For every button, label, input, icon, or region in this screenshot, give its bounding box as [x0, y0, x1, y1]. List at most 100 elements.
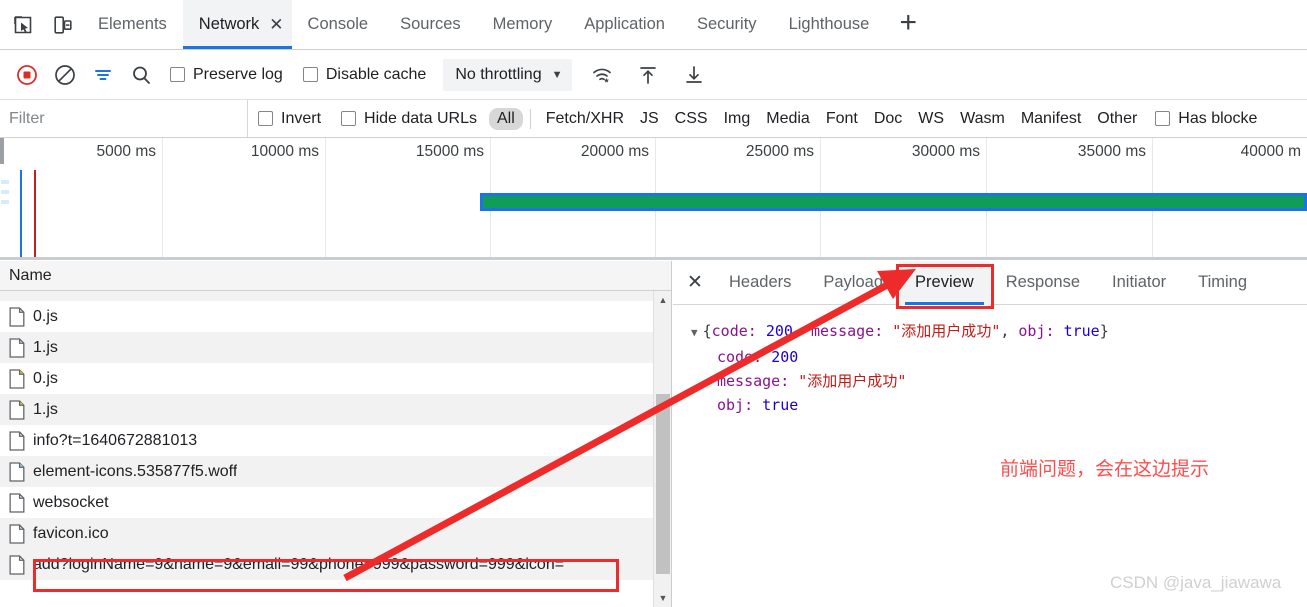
table-row[interactable]: info?t=1640672881013	[0, 425, 654, 456]
filter-toggle-button[interactable]	[85, 57, 121, 93]
document-icon	[9, 306, 25, 327]
tab-application[interactable]: Application	[568, 0, 681, 49]
request-name: favicon.ico	[33, 524, 109, 542]
filter-input[interactable]	[0, 100, 248, 137]
timeline-gridline	[325, 138, 326, 257]
load-event-marker	[34, 170, 36, 257]
hide-data-urls-label: Hide data URLs	[364, 109, 477, 127]
json-summary-row[interactable]: ▼ {code: 200, message: "添加用户成功", obj: tru…	[691, 319, 1307, 345]
type-filter-font[interactable]: Font	[818, 108, 866, 130]
checkbox-box[interactable]	[258, 111, 273, 126]
tab-sources[interactable]: Sources	[384, 0, 477, 49]
table-row[interactable]: 0.js	[0, 301, 654, 332]
table-row[interactable]: element-icons.535877f5.woff	[0, 456, 654, 487]
tab-network[interactable]: Network ✕	[182, 0, 292, 49]
tab-lighthouse[interactable]: Lighthouse	[773, 0, 886, 49]
timeline-tick-label: 35000 ms	[1077, 143, 1146, 160]
tab-initiator[interactable]: Initiator	[1096, 261, 1182, 305]
type-filter-media[interactable]: Media	[758, 108, 818, 130]
tabbar-tool-icons	[0, 0, 82, 49]
request-list-panel: Name 0.js 1.js 0.js 1.js info?t=16406728…	[0, 261, 672, 607]
disclosure-triangle-icon[interactable]: ▼	[691, 326, 698, 339]
type-filter-css[interactable]: CSS	[667, 108, 716, 130]
type-filter-img[interactable]: Img	[716, 108, 759, 130]
tab-label: Sources	[400, 15, 461, 33]
table-row[interactable]: 1.js	[0, 394, 654, 425]
document-icon	[9, 492, 25, 513]
checkbox-box[interactable]	[170, 67, 185, 82]
scrollbar-thumb[interactable]	[656, 394, 670, 574]
table-row[interactable]: 0.js	[0, 363, 654, 394]
document-icon	[9, 554, 25, 575]
type-filter-manifest[interactable]: Manifest	[1013, 108, 1089, 130]
tab-memory[interactable]: Memory	[477, 0, 569, 49]
search-button[interactable]	[123, 57, 159, 93]
tab-preview[interactable]: Preview	[899, 260, 990, 305]
close-detail-icon[interactable]: ✕	[677, 265, 713, 301]
checkbox-box[interactable]	[341, 111, 357, 126]
type-filter-js[interactable]: JS	[632, 108, 667, 130]
tab-timing[interactable]: Timing	[1182, 261, 1263, 305]
has-blocked-label: Has blocke	[1178, 109, 1258, 127]
table-row[interactable]: 1.js	[0, 332, 654, 363]
tab-console[interactable]: Console	[292, 0, 385, 49]
overview-request-bar	[480, 193, 1307, 211]
network-toolbar: Preserve log Disable cache No throttling…	[0, 50, 1307, 100]
scroll-down-icon[interactable]: ▼	[654, 589, 671, 607]
type-filter-all[interactable]: All	[488, 107, 523, 130]
checkbox-box[interactable]	[302, 67, 318, 82]
table-row-selected[interactable]: add?loginName=9&name=9&email=99&phone=99…	[0, 549, 654, 580]
tab-payload[interactable]: Payload	[807, 261, 899, 305]
column-header-name[interactable]: Name	[0, 261, 671, 291]
type-filter-other[interactable]: Other	[1089, 108, 1145, 130]
close-icon[interactable]: ✕	[269, 16, 283, 33]
invert-checkbox[interactable]: Invert	[248, 110, 331, 128]
import-har-icon[interactable]	[630, 57, 666, 93]
request-name: websocket	[33, 493, 109, 511]
table-row[interactable]	[0, 291, 654, 301]
json-comma: ,	[792, 322, 811, 340]
disable-cache-label: Disable cache	[325, 65, 427, 83]
chevron-down-icon[interactable]: ▼	[552, 69, 563, 81]
watermark: CSDN @java_jiawawa	[1110, 573, 1282, 592]
json-brace-open: {	[702, 322, 712, 340]
type-filter-wasm[interactable]: Wasm	[952, 108, 1013, 130]
tab-response[interactable]: Response	[990, 261, 1096, 305]
table-row[interactable]: favicon.ico	[0, 518, 654, 549]
type-filter-fetch-xhr[interactable]: Fetch/XHR	[538, 108, 632, 130]
inspect-element-icon[interactable]	[10, 12, 36, 38]
export-har-icon[interactable]	[676, 57, 712, 93]
has-blocked-cookies-checkbox[interactable]: Has blocke	[1145, 110, 1257, 128]
json-property-row: message: "添加用户成功"	[691, 369, 1307, 393]
clear-button[interactable]	[47, 57, 83, 93]
preserve-log-checkbox[interactable]: Preserve log	[161, 66, 292, 84]
json-preview-tree: ▼ {code: 200, message: "添加用户成功", obj: tru…	[673, 305, 1307, 417]
json-property-row: code: 200	[691, 345, 1307, 369]
device-toolbar-icon[interactable]	[50, 12, 76, 38]
request-rows: 0.js 1.js 0.js 1.js info?t=1640672881013…	[0, 291, 654, 580]
add-panel-icon[interactable]: +	[885, 0, 931, 49]
document-icon	[9, 399, 25, 420]
document-icon	[9, 368, 25, 389]
devtools-window: Elements Network ✕ Console Sources Memor…	[0, 0, 1307, 607]
checkbox-box[interactable]	[1155, 111, 1171, 126]
throttling-select[interactable]: No throttling ▼	[443, 58, 573, 91]
record-button[interactable]	[9, 57, 45, 93]
type-filter-doc[interactable]: Doc	[866, 108, 910, 130]
tab-security[interactable]: Security	[681, 0, 773, 49]
network-conditions-icon[interactable]	[584, 57, 620, 93]
timeline-tick-label: 30000 ms	[911, 143, 980, 160]
table-row[interactable]: websocket	[0, 487, 654, 518]
document-icon	[9, 337, 25, 358]
tab-label: Memory	[492, 15, 553, 33]
json-value: 200	[765, 322, 793, 340]
disable-cache-checkbox[interactable]: Disable cache	[294, 66, 436, 84]
overview-left-handle[interactable]	[0, 138, 4, 164]
type-filter-ws[interactable]: WS	[910, 108, 952, 130]
vertical-scrollbar[interactable]: ▲ ▼	[653, 291, 671, 607]
tab-label: Initiator	[1112, 273, 1167, 291]
hide-data-urls-checkbox[interactable]: Hide data URLs	[331, 110, 487, 128]
tab-headers[interactable]: Headers	[713, 261, 807, 305]
tab-elements[interactable]: Elements	[82, 0, 183, 49]
scroll-up-icon[interactable]: ▲	[654, 291, 671, 309]
